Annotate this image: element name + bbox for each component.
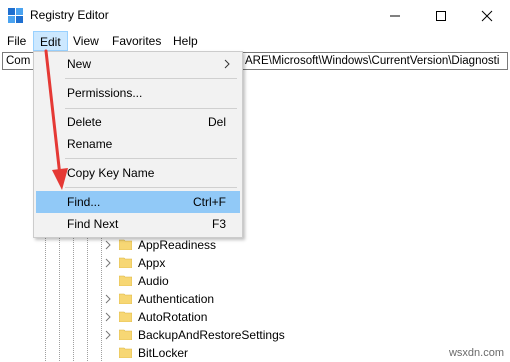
tree-item[interactable]: AppReadiness bbox=[0, 236, 510, 254]
menu-item-shortcut: Del bbox=[207, 115, 226, 129]
folder-icon bbox=[119, 329, 132, 340]
tree-item-label: BackupAndRestoreSettings bbox=[138, 328, 285, 342]
menu-item-label: Find... bbox=[67, 195, 101, 209]
menu-item-label: Rename bbox=[67, 137, 113, 151]
menu-item-copy-key-name[interactable]: Copy Key Name bbox=[36, 162, 240, 184]
menu-item-rename[interactable]: Rename bbox=[36, 133, 240, 155]
folder-icon bbox=[119, 257, 132, 268]
tree-item[interactable]: AutoRotation bbox=[0, 308, 510, 326]
folder-icon bbox=[119, 347, 132, 358]
menu-separator bbox=[65, 108, 237, 109]
maximize-button[interactable] bbox=[418, 0, 464, 31]
watermark: wsxdn.com bbox=[448, 347, 504, 359]
submenu-arrow-icon bbox=[224, 59, 230, 69]
tree-item-label: Appx bbox=[138, 256, 166, 270]
menu-view[interactable]: View bbox=[67, 31, 105, 51]
tree-item[interactable]: Appx bbox=[0, 254, 510, 272]
chevron-right-icon[interactable] bbox=[104, 258, 112, 268]
edit-menu-dropdown: New Permissions... Delete Del Rename Cop… bbox=[33, 51, 243, 238]
menu-item-label: Permissions... bbox=[67, 86, 143, 100]
menu-item-new[interactable]: New bbox=[36, 53, 240, 75]
folder-icon bbox=[119, 239, 132, 250]
menu-bar: File Edit View Favorites Help bbox=[0, 31, 510, 51]
tree-item[interactable]: BitLocker bbox=[0, 344, 510, 362]
menu-item-shortcut: Ctrl+F bbox=[193, 195, 226, 209]
minimize-button[interactable] bbox=[372, 0, 418, 31]
window-title: Registry Editor bbox=[30, 8, 109, 22]
menu-item-label: Find Next bbox=[67, 217, 119, 231]
menu-item-label: Delete bbox=[67, 115, 102, 129]
tree-item-label: Authentication bbox=[138, 292, 215, 306]
menu-favorites[interactable]: Favorites bbox=[106, 31, 167, 51]
tree-item-label: BitLocker bbox=[138, 346, 189, 360]
tree-item[interactable]: Authentication bbox=[0, 290, 510, 308]
tree-item-label: AppReadiness bbox=[138, 238, 217, 252]
chevron-right-icon[interactable] bbox=[104, 312, 112, 322]
menu-item-label: Copy Key Name bbox=[67, 166, 155, 180]
menu-item-permissions[interactable]: Permissions... bbox=[36, 82, 240, 104]
folder-icon bbox=[119, 293, 132, 304]
menu-separator bbox=[65, 78, 237, 79]
menu-separator bbox=[65, 187, 237, 188]
menu-edit[interactable]: Edit bbox=[33, 31, 68, 51]
registry-editor-icon bbox=[8, 8, 23, 23]
close-button[interactable] bbox=[464, 0, 510, 31]
menu-file[interactable]: File bbox=[1, 31, 32, 51]
tree-item-label: Audio bbox=[138, 274, 169, 288]
address-path: ARE\Microsoft\Windows\CurrentVersion\Dia… bbox=[245, 55, 500, 67]
chevron-right-icon[interactable] bbox=[104, 330, 112, 340]
title-bar: Registry Editor bbox=[0, 0, 510, 31]
folder-icon bbox=[119, 275, 132, 286]
menu-item-delete[interactable]: Delete Del bbox=[36, 111, 240, 133]
address-prefix: Com bbox=[6, 55, 31, 67]
folder-icon bbox=[119, 311, 132, 322]
menu-item-shortcut: F3 bbox=[211, 217, 226, 231]
chevron-right-icon[interactable] bbox=[104, 240, 112, 250]
tree-item-label: AutoRotation bbox=[138, 310, 208, 324]
maximize-icon bbox=[436, 10, 446, 21]
menu-item-find-next[interactable]: Find Next F3 bbox=[36, 213, 240, 235]
menu-help[interactable]: Help bbox=[167, 31, 204, 51]
menu-item-find[interactable]: Find... Ctrl+F bbox=[36, 191, 240, 213]
close-icon bbox=[481, 10, 493, 21]
menu-item-label: New bbox=[67, 57, 92, 71]
menu-separator bbox=[65, 158, 237, 159]
tree-item[interactable]: BackupAndRestoreSettings bbox=[0, 326, 510, 344]
chevron-right-icon[interactable] bbox=[104, 294, 112, 304]
tree-item[interactable]: Audio bbox=[0, 272, 510, 290]
minimize-icon bbox=[390, 15, 400, 16]
